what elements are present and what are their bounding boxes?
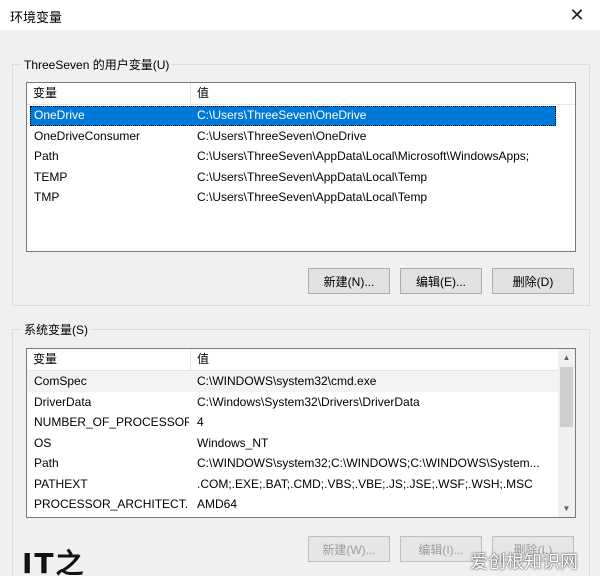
- variable-value-cell: Windows_NT: [197, 435, 269, 450]
- system-variables-rows: ComSpec C:\WINDOWS\system32\cmd.exe Driver…: [27, 371, 558, 515]
- list-header: 变量 值: [27, 83, 575, 105]
- variable-name-cell: Path: [34, 149, 59, 163]
- environment-variables-dialog: 环境变量 ✕ ThreeSeven 的用户变量(U) 变量 值 OneDrive…: [0, 0, 600, 576]
- user-variables-rows: OneDrive C:\Users\ThreeSeven\OneDrive OneD…: [27, 105, 575, 208]
- variable-name-cell: PROCESSOR_ARCHITECT...: [34, 497, 189, 511]
- table-row[interactable]: TEMP C:\Users\ThreeSeven\AppData\Local\Te…: [27, 167, 575, 188]
- variable-value-cell: 4: [197, 415, 204, 429]
- table-row[interactable]: PROCESSOR_ARCHITECT... AMD64: [27, 494, 558, 515]
- variable-value-cell: C:\WINDOWS\system32;C:\WINDOWS;C:\WINDOW…: [197, 456, 540, 470]
- variable-value-cell: C:\Windows\System32\Drivers\DriverData: [197, 394, 420, 409]
- user-variables-label: ThreeSeven 的用户变量(U): [22, 56, 172, 73]
- variable-name-cell: DriverData: [34, 394, 92, 409]
- user-edit-button[interactable]: 编辑(E)...: [400, 268, 482, 294]
- list-header: 变量 值: [27, 349, 558, 371]
- table-row[interactable]: Path C:\Users\ThreeSeven\AppData\Local\Mi…: [27, 146, 575, 167]
- table-row[interactable]: OneDrive C:\Users\ThreeSeven\OneDrive: [27, 105, 575, 126]
- variable-value-cell: C:\Users\ThreeSeven\AppData\Local\Temp: [197, 169, 428, 184]
- user-new-button[interactable]: 新建(N)...: [308, 268, 390, 294]
- system-variables-label: 系统变量(S): [22, 321, 90, 338]
- column-header-value[interactable]: 值: [191, 349, 557, 370]
- title-bar: 环境变量 ✕: [0, 0, 600, 30]
- column-header-variable[interactable]: 变量: [27, 349, 191, 370]
- variable-value-cell: C:\Users\ThreeSeven\AppData\Local\Temp: [197, 190, 428, 204]
- variable-value-cell: C:\WINDOWS\system32\cmd.exe: [197, 374, 377, 388]
- variable-name-cell: TMP: [34, 190, 60, 204]
- watermark-text-right: 爱创根知识网: [470, 552, 578, 572]
- table-row[interactable]: Path C:\WINDOWS\system32;C:\WINDOWS;C:\WI…: [27, 453, 558, 474]
- variable-name-cell: OS: [34, 435, 52, 450]
- system-variables-list[interactable]: 变量 值 ComSpec C:\WINDOWS\system32\cmd.exe D…: [26, 348, 576, 518]
- variable-name-cell: Path: [34, 456, 59, 470]
- table-row[interactable]: NUMBER_OF_PROCESSORS 4: [27, 412, 558, 433]
- system-new-button[interactable]: 新建(W)...: [308, 536, 390, 562]
- vertical-scrollbar[interactable]: ▲ ▼: [558, 349, 575, 517]
- window-title: 环境变量: [10, 10, 63, 25]
- variable-value-cell: AMD64: [197, 497, 238, 511]
- table-row[interactable]: PATHEXT .COM;.EXE;.BAT;.CMD;.VBS;.VBE;.JS…: [27, 474, 558, 495]
- scroll-down-icon[interactable]: ▼: [558, 500, 575, 517]
- table-row[interactable]: DriverData C:\Windows\System32\Drivers\Dr…: [27, 392, 558, 413]
- table-row[interactable]: OS Windows_NT: [27, 433, 558, 454]
- table-row[interactable]: TMP C:\Users\ThreeSeven\AppData\Local\Tem…: [27, 187, 575, 208]
- variable-name-cell: ComSpec: [34, 374, 87, 388]
- variable-value-cell: C:\Users\ThreeSeven\OneDrive: [197, 108, 367, 122]
- variable-name-cell: PATHEXT: [34, 476, 88, 491]
- variable-name-cell: NUMBER_OF_PROCESSORS: [34, 415, 189, 429]
- variable-name-cell: OneDrive: [34, 108, 85, 122]
- scroll-up-icon[interactable]: ▲: [558, 349, 575, 366]
- close-icon[interactable]: ✕: [554, 0, 600, 30]
- table-row[interactable]: ComSpec C:\WINDOWS\system32\cmd.exe: [27, 371, 558, 392]
- variable-name-cell: OneDriveConsumer: [34, 128, 141, 143]
- user-delete-button[interactable]: 删除(D): [492, 268, 574, 294]
- user-variables-list[interactable]: 变量 值 OneDrive C:\Users\ThreeSeven\OneDriv…: [26, 82, 576, 252]
- variable-value-cell: .COM;.EXE;.BAT;.CMD;.VBS;.VBE;.JS;.JSE;.…: [197, 476, 533, 491]
- variable-name-cell: TEMP: [34, 169, 68, 184]
- variable-value-cell: C:\Users\ThreeSeven\OneDrive: [197, 128, 367, 143]
- column-header-value[interactable]: 值: [191, 83, 575, 104]
- watermark-logo-left: IT之: [22, 547, 86, 576]
- column-header-variable[interactable]: 变量: [27, 83, 191, 104]
- variable-value-cell: C:\Users\ThreeSeven\AppData\Local\Micros…: [197, 149, 530, 163]
- scroll-thumb[interactable]: [560, 367, 573, 427]
- table-row[interactable]: OneDriveConsumer C:\Users\ThreeSeven\OneD…: [27, 126, 575, 147]
